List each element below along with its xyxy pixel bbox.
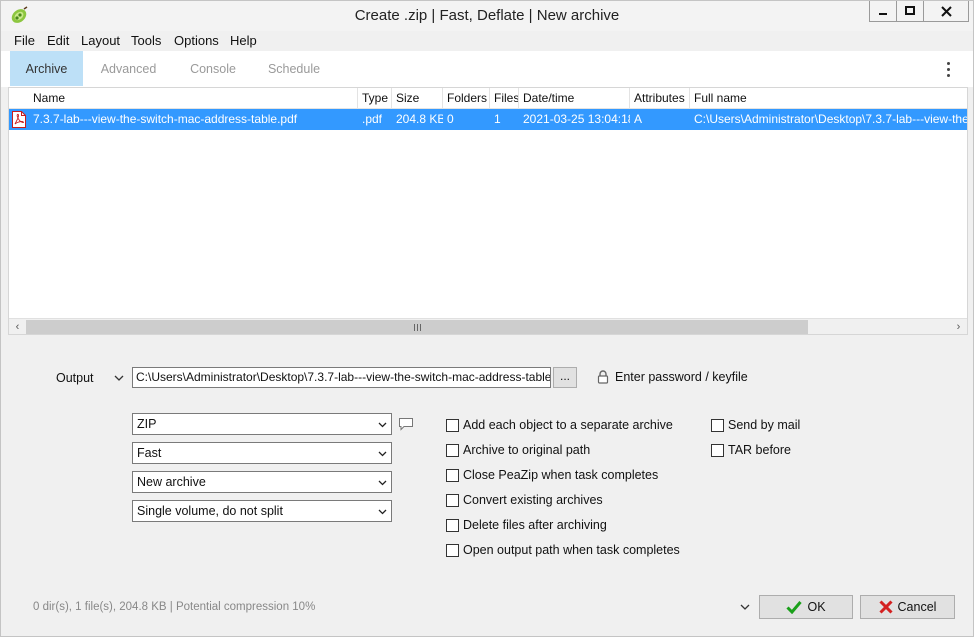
cell-attributes: A (634, 112, 643, 126)
checkbox-send-by-mail[interactable]: Send by mail (711, 417, 800, 433)
cell-size: 204.8 KB (396, 112, 443, 126)
comment-icon[interactable] (398, 417, 414, 431)
status-text: 0 dir(s), 1 file(s), 204.8 KB | Potentia… (33, 601, 316, 613)
column-header-size[interactable]: Size (392, 88, 443, 109)
peazip-create-archive-window: Create .zip | Fast, Deflate | New archiv… (0, 0, 974, 637)
tab-console[interactable]: Console (179, 51, 247, 86)
column-header-type[interactable]: Type (358, 88, 392, 109)
column-header-folders[interactable]: Folders (443, 88, 490, 109)
checkbox-label: Delete files after archiving (463, 518, 607, 532)
cell-name: 7.3.7-lab---view-the-switch-mac-address-… (33, 112, 298, 126)
checkbox-label: Open output path when task completes (463, 543, 680, 557)
menu-options[interactable]: Options (174, 33, 219, 48)
checkbox-box[interactable] (446, 418, 459, 432)
maximize-button[interactable] (896, 1, 924, 22)
menu-edit[interactable]: Edit (47, 33, 69, 48)
scroll-left-arrow-icon[interactable]: ‹ (9, 319, 26, 334)
cell-folders: 0 (447, 112, 454, 126)
checkbox-separate-archive[interactable]: Add each object to a separate archive (446, 417, 673, 433)
format-select[interactable]: ZIP (132, 413, 392, 435)
cancel-button-label: Cancel (897, 600, 937, 614)
checkbox-delete-files[interactable]: Delete files after archiving (446, 517, 607, 533)
more-options-icon[interactable] (944, 60, 952, 78)
format-select-value: ZIP (137, 417, 157, 431)
checkbox-box[interactable] (711, 443, 724, 457)
cross-icon (878, 600, 893, 614)
minimize-icon (879, 13, 887, 15)
tab-bar: Archive Advanced Console Schedule (1, 51, 973, 87)
checkbox-close-peazip[interactable]: Close PeaZip when task completes (446, 467, 658, 483)
chevron-down-icon (378, 509, 387, 515)
close-icon (940, 5, 952, 17)
checkbox-convert-archives[interactable]: Convert existing archives (446, 492, 603, 508)
cancel-button[interactable]: Cancel (860, 595, 955, 619)
column-header-fullname[interactable]: Full name (690, 88, 967, 109)
cell-type: .pdf (362, 112, 383, 126)
cell-files: 1 (494, 112, 501, 126)
menu-file[interactable]: File (14, 33, 35, 48)
split-select[interactable]: Single volume, do not split (132, 500, 392, 522)
lock-icon[interactable] (597, 370, 609, 384)
checkbox-open-output-path[interactable]: Open output path when task completes (446, 542, 680, 558)
cell-fullname: C:\Users\Administrator\Desktop\7.3.7-lab… (694, 112, 967, 126)
checkbox-box[interactable] (446, 468, 459, 482)
tab-archive[interactable]: Archive (10, 51, 83, 86)
menu-layout[interactable]: Layout (81, 33, 120, 48)
checkbox-box[interactable] (446, 443, 459, 457)
scroll-right-arrow-icon[interactable]: › (950, 319, 967, 334)
output-chevron-down-icon[interactable] (114, 373, 124, 383)
output-label: Output (56, 371, 94, 385)
checkbox-box[interactable] (446, 518, 459, 532)
minimize-button[interactable] (869, 1, 897, 22)
horizontal-scrollbar[interactable]: ‹ › (9, 318, 967, 334)
mode-select[interactable]: New archive (132, 471, 392, 493)
ok-button-label: OK (807, 600, 826, 614)
menu-tools[interactable]: Tools (131, 33, 161, 48)
options-chevron-down-icon[interactable] (740, 602, 750, 612)
checkmark-icon (786, 601, 803, 614)
mode-select-value: New archive (137, 475, 206, 489)
tab-advanced[interactable]: Advanced (91, 51, 166, 86)
maximize-icon (905, 6, 915, 15)
ok-button[interactable]: OK (759, 595, 853, 619)
split-select-value: Single volume, do not split (137, 504, 283, 518)
scrollbar-thumb[interactable] (26, 320, 808, 334)
level-select[interactable]: Fast (132, 442, 392, 464)
table-row[interactable]: 7.3.7-lab---view-the-switch-mac-address-… (9, 109, 967, 130)
tab-schedule[interactable]: Schedule (257, 51, 331, 86)
checkbox-label: Send by mail (728, 418, 801, 432)
chevron-down-icon (378, 451, 387, 457)
checkbox-tar-before[interactable]: TAR before (711, 442, 791, 458)
browse-button[interactable]: ... (553, 367, 577, 388)
password-link[interactable]: Enter password / keyfile (615, 370, 748, 384)
checkbox-label: Convert existing archives (463, 493, 603, 507)
checkbox-label: TAR before (728, 443, 791, 457)
checkbox-label: Close PeaZip when task completes (463, 468, 659, 482)
close-button[interactable] (923, 1, 969, 22)
chevron-down-icon (378, 422, 387, 428)
checkbox-box[interactable] (711, 418, 724, 432)
pdf-file-icon (12, 111, 26, 128)
column-header-name[interactable]: Name (9, 88, 358, 109)
title-bar: Create .zip | Fast, Deflate | New archiv… (1, 1, 973, 31)
column-header-files[interactable]: Files (490, 88, 519, 109)
column-header-attributes[interactable]: Attributes (630, 88, 690, 109)
checkbox-label: Add each object to a separate archive (463, 418, 673, 432)
column-header-datetime[interactable]: Date/time (519, 88, 630, 109)
checkbox-original-path[interactable]: Archive to original path (446, 442, 590, 458)
menu-bar: File Edit Layout Tools Options Help (1, 31, 973, 51)
checkbox-label: Archive to original path (463, 443, 591, 457)
output-path-input[interactable]: C:\Users\Administrator\Desktop\7.3.7-lab… (132, 367, 551, 388)
cell-datetime: 2021-03-25 13:04:18 (523, 112, 630, 126)
menu-help[interactable]: Help (230, 33, 257, 48)
grip-icon (413, 323, 421, 331)
checkbox-box[interactable] (446, 493, 459, 507)
level-select-value: Fast (137, 446, 162, 460)
window-title: Create .zip | Fast, Deflate | New archiv… (354, 7, 620, 24)
file-list[interactable]: Name Type Size Folders Files Date/time A… (8, 87, 968, 335)
checkbox-box[interactable] (446, 543, 459, 557)
chevron-down-icon (378, 480, 387, 486)
